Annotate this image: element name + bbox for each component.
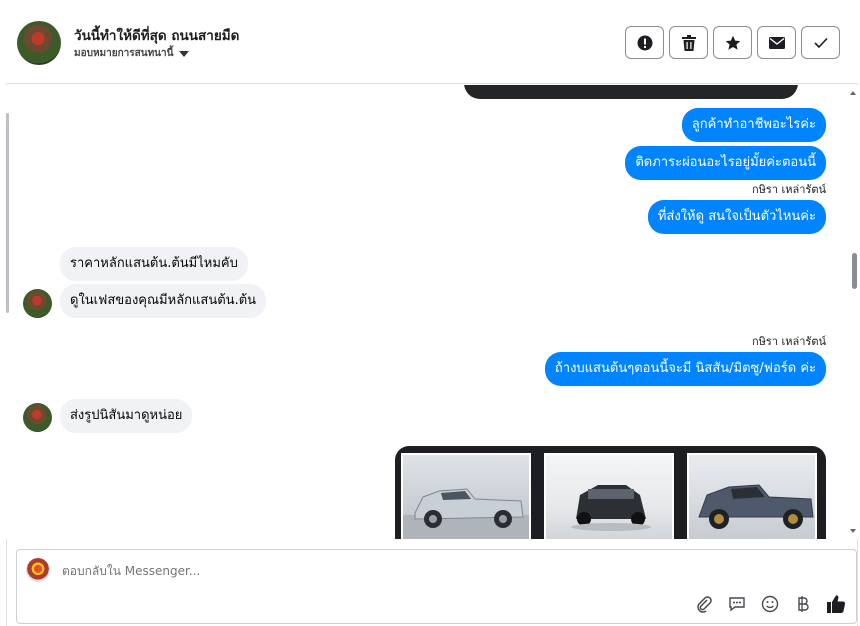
- composer-tools: [694, 594, 846, 614]
- exclamation-icon: [637, 35, 652, 50]
- scroll-down-arrow-icon[interactable]: [850, 529, 856, 533]
- payment-button[interactable]: [793, 594, 813, 614]
- caret-down-icon: [179, 50, 190, 57]
- photo-thumbnail[interactable]: [401, 453, 531, 539]
- attach-button[interactable]: [694, 594, 714, 614]
- pickup-truck-icon: [403, 488, 529, 539]
- avatar[interactable]: [23, 403, 52, 432]
- left-scrollbar[interactable]: [6, 113, 9, 313]
- saved-replies-button[interactable]: [727, 594, 747, 614]
- mark-unread-button[interactable]: [757, 26, 796, 59]
- page-avatar: [26, 558, 50, 582]
- mark-done-button[interactable]: [801, 26, 840, 59]
- mail-icon: [768, 36, 785, 49]
- check-icon: [813, 37, 828, 48]
- incoming-message[interactable]: ดูในเฟสของคุณมีหลักแสนต้น.ต้น: [60, 284, 267, 318]
- incoming-message[interactable]: ราคาหลักแสนต้น.ต้นมีไหมคับ: [60, 247, 248, 281]
- outgoing-message[interactable]: ติดภาระผ่อนอะไรอยู่มั้ยค่ะตอนนี้: [625, 146, 826, 180]
- chat-icon: [729, 597, 745, 612]
- delete-button[interactable]: [669, 26, 708, 59]
- pickup-truck-icon: [571, 485, 651, 531]
- scrollbar[interactable]: [848, 85, 858, 539]
- star-icon: [725, 35, 740, 50]
- message-list[interactable]: ลูกค้าทำอาชีพอะไรค่ะ ติดภาระผ่อนอะไรอยู่…: [6, 85, 858, 539]
- thumbs-up-icon: [827, 595, 846, 614]
- assign-label: มอบหมายการสนทนานี้: [74, 48, 174, 59]
- scroll-up-arrow-icon[interactable]: [850, 91, 856, 95]
- outgoing-message[interactable]: ถ้างบแสนต้นๆตอนนี้จะมี นิสสัน/มิตซู/ฟอร์…: [544, 352, 826, 386]
- assign-dropdown[interactable]: มอบหมายการสนทนานี้: [74, 46, 190, 61]
- paperclip-icon: [697, 596, 712, 613]
- baht-icon: [798, 596, 809, 612]
- outgoing-message[interactable]: ลูกค้าทำอาชีพอะไรค่ะ: [681, 108, 826, 142]
- smiley-icon: [761, 595, 779, 613]
- photo-thumbnail[interactable]: [544, 453, 674, 539]
- previous-card-edge: [464, 85, 798, 99]
- mark-spam-button[interactable]: [625, 26, 664, 59]
- avatar[interactable]: [23, 289, 52, 318]
- pickup-truck-icon: [698, 484, 814, 529]
- photo-thumbnail[interactable]: [687, 453, 817, 539]
- sender-name: กษิรา เหล่ารัตน์: [752, 335, 826, 348]
- photo-gallery[interactable]: [395, 446, 826, 539]
- header-actions: [625, 26, 840, 59]
- emoji-button[interactable]: [760, 594, 780, 614]
- reply-composer: [16, 549, 857, 624]
- trash-icon: [681, 34, 696, 51]
- scroll-thumb[interactable]: [852, 253, 857, 289]
- sender-name: กษิรา เหล่ารัตน์: [752, 183, 826, 196]
- incoming-message[interactable]: ส่งรูปนิสันมาดูหน่อย: [60, 399, 193, 433]
- conversation-title[interactable]: วันนี้ทำให้ดีที่สุด ถนนสายมืด: [74, 24, 239, 46]
- avatar[interactable]: [17, 21, 61, 65]
- outgoing-message[interactable]: ที่ส่งให้ดู สนใจเป็นตัวไหนค่ะ: [647, 200, 826, 234]
- conversation-header: วันนี้ทำให้ดีที่สุด ถนนสายมืด มอบหมายการ…: [6, 4, 858, 84]
- reply-input[interactable]: [62, 564, 562, 578]
- star-button[interactable]: [713, 26, 752, 59]
- like-button[interactable]: [826, 594, 846, 614]
